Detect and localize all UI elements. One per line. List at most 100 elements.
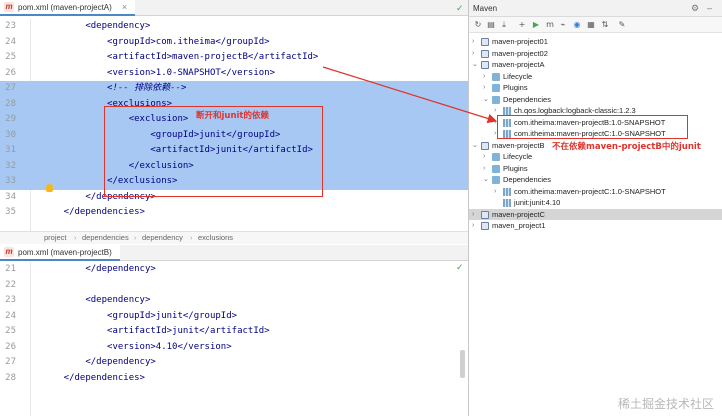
line-number: 23 [5,295,16,305]
maven-goal-icon[interactable]: m [545,20,555,30]
folder-icon [492,72,500,81]
tree-item-dependencies[interactable]: ⌄ Dependencies [469,174,722,186]
breadcrumb-item[interactable]: exclusions [198,232,233,244]
chevron-right-icon[interactable]: › [494,117,496,129]
tree-label: Plugins [503,83,528,92]
chevron-right-icon[interactable]: › [483,151,485,163]
tree-item-plugins[interactable]: › Plugins [469,82,722,94]
code-line: 24 <groupId>com.itheima</groupId> [0,35,468,51]
chevron-down-icon[interactable]: ⌄ [483,174,489,186]
tree-label: maven-projectA [492,60,545,69]
chevron-down-icon[interactable]: ⌄ [483,94,489,106]
line-number: 28 [5,98,16,109]
line-text: <groupId>com.itheima</groupId> [42,36,270,47]
chevron-right-icon[interactable]: › [483,82,485,94]
maven-panel-title: Maven [473,4,498,13]
tree-project-maven-project1[interactable]: › maven_project1 [469,220,722,232]
gear-icon[interactable]: ⚙ [691,0,699,17]
chevron-right-icon[interactable]: › [472,36,474,48]
editor-b-code[interactable]: 21 </dependency> 22 23 <dependency> 24 <… [0,262,468,416]
line-number: 26 [5,341,16,352]
folder-icon [492,153,500,161]
code-line: 22 [0,278,468,294]
settings-icon[interactable]: ✎ [617,20,627,30]
chevron-right-icon[interactable]: › [472,48,474,60]
chevron-down-icon[interactable]: ⌄ [472,140,478,152]
chevron-right-icon[interactable]: › [494,186,496,198]
tree-item-dependencies[interactable]: ⌄ Dependencies [469,94,722,106]
line-text: </dependencies> [42,207,145,217]
tab-pom-projectA[interactable]: m pom.xml (maven-projectA) × [0,0,136,16]
code-line: 23 <dependency> [0,19,468,35]
tree-dependency[interactable]: junit:junit:4.10 [469,197,722,209]
line-text: </dependency> [42,357,156,367]
breadcrumb-item[interactable]: dependency [142,232,183,244]
maven-project-icon [481,210,489,219]
plus-icon[interactable]: + [517,20,527,30]
code-line: 27 </dependency> [0,355,468,371]
line-number: 23 [5,21,16,31]
library-icon [503,199,511,207]
line-number: 21 [5,264,16,274]
line-number: 33 [5,176,16,186]
breadcrumb-sep: › [134,233,137,242]
tab-label: pom.xml (maven-projectB) [18,247,112,257]
show-dependencies-icon[interactable]: ▦ [586,20,596,30]
tree-project-maven-project01[interactable]: › maven-project01 [469,36,722,48]
chevron-right-icon[interactable]: › [472,209,474,221]
intention-bulb-icon[interactable] [46,184,53,192]
skip-tests-icon[interactable]: ◉ [572,20,582,30]
chevron-right-icon[interactable]: › [472,220,474,232]
refresh-icon[interactable]: ↻ [473,20,483,30]
watermark: 稀土掘金技术社区 [617,397,714,411]
line-number: 29 [5,114,16,124]
breadcrumb-item[interactable]: project [44,232,67,244]
maven-toolbar: ↻ ▤ ⤓ + ▶ m ⌁ ◉ ▦ ⇅ ✎ [469,17,722,33]
tree-dependency[interactable]: › com.itheima:maven-projectC:1.0-SNAPSHO… [469,186,722,198]
line-number: 31 [5,145,16,155]
line-text: <version>4.10</version> [42,341,232,352]
line-number: 35 [5,207,16,217]
folder-icon [492,176,500,184]
line-text: <dependency> [42,295,151,305]
collapse-icon[interactable]: ⇅ [600,20,610,30]
check-icon: ✓ [456,4,464,14]
breadcrumb: project › dependencies › dependency › ex… [0,231,468,244]
maven-project-icon [481,141,489,150]
run-icon[interactable]: ▶ [531,20,541,30]
tab-pom-projectB[interactable]: m pom.xml (maven-projectB) [0,245,120,261]
tree-label: junit:junit:4.10 [514,198,561,207]
line-text: <dependency> [42,21,151,31]
code-line: 35 </dependencies> [0,205,468,221]
maven-project-icon [481,38,489,46]
maven-panel-header: Maven ⚙ – [469,0,722,17]
chevron-right-icon[interactable]: › [483,71,485,83]
chevron-right-icon[interactable]: › [494,128,496,140]
breadcrumb-item[interactable]: dependencies [82,232,129,244]
code-line: 21 </dependency> [0,262,468,278]
chevron-right-icon[interactable]: › [494,105,496,117]
maven-file-icon: m [4,247,14,257]
dependency-highlight-box [497,115,688,139]
line-number: 34 [5,191,16,202]
close-tab-icon[interactable]: × [122,2,127,12]
tree-label: maven-projectB [492,140,545,150]
folder-icon [492,95,500,104]
tree-item-lifecycle[interactable]: › Lifecycle [469,71,722,83]
chevron-right-icon[interactable]: › [483,163,485,175]
tree-project-maven-projectA[interactable]: ⌄ maven-projectA [469,59,722,71]
tree-label: Dependencies [503,175,551,184]
add-project-icon[interactable]: ▤ [486,20,496,30]
toggle-offline-icon[interactable]: ⌁ [558,20,568,30]
code-line: 23 <dependency> [0,293,468,309]
tree-item-plugins[interactable]: › Plugins [469,163,722,175]
minimize-icon[interactable]: – [707,0,712,17]
editor-b-scrollbar[interactable] [460,350,465,378]
chevron-down-icon[interactable]: ⌄ [472,59,478,71]
download-icon[interactable]: ⤓ [499,20,509,30]
tree-project-maven-project02[interactable]: › maven-project02 [469,48,722,60]
code-line: 25 <artifactId>junit</artifactId> [0,324,468,340]
tree-project-maven-projectC[interactable]: › maven-projectC [469,208,722,221]
tree-item-lifecycle[interactable]: › Lifecycle [469,151,722,163]
tree-label: Dependencies [503,94,551,104]
